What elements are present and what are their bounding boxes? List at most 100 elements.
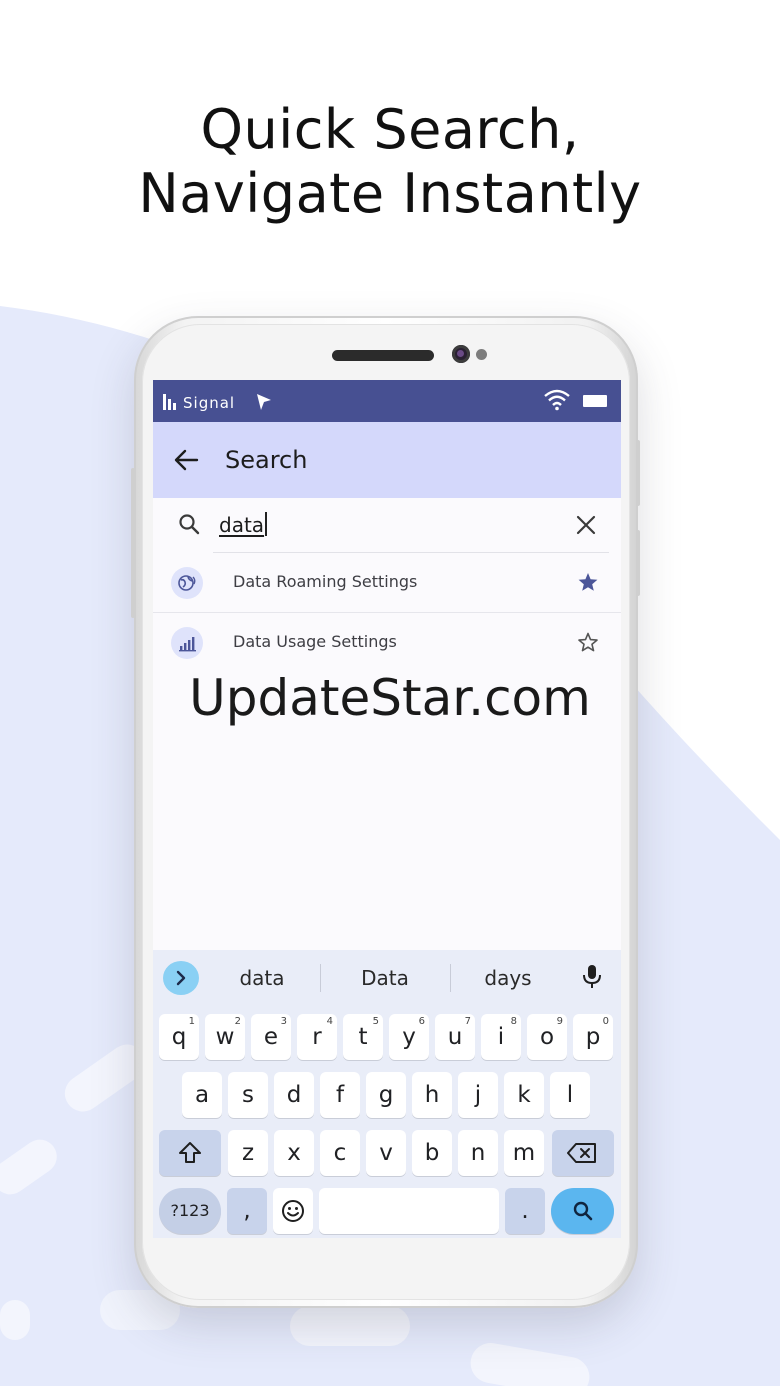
signal-bars-icon <box>163 394 176 410</box>
key-label: o <box>539 1024 555 1050</box>
key-label: v <box>379 1140 393 1166</box>
suggestion-divider <box>450 964 451 992</box>
key-label: w <box>215 1024 235 1050</box>
search-key[interactable] <box>551 1188 614 1234</box>
list-item-label: Data Roaming Settings <box>233 572 418 591</box>
key-d[interactable]: d <box>274 1072 314 1118</box>
key-label: x <box>287 1140 301 1166</box>
emoji-key[interactable] <box>273 1188 313 1234</box>
period-key[interactable]: . <box>505 1188 545 1234</box>
key-q[interactable]: q1 <box>159 1014 199 1060</box>
key-number-hint: 4 <box>326 1016 333 1027</box>
battery-icon <box>583 395 607 407</box>
key-w[interactable]: w2 <box>205 1014 245 1060</box>
suggestion-bar: data Data days <box>153 950 621 1006</box>
key-label: q <box>171 1024 187 1050</box>
key-u[interactable]: u7 <box>435 1014 475 1060</box>
star-filled-icon[interactable] <box>577 571 599 593</box>
watermark: UpdateStar.com <box>189 669 591 727</box>
chevron-right-icon <box>176 970 186 986</box>
search-icon <box>573 1201 593 1221</box>
key-label: i <box>497 1024 505 1050</box>
cursor-arrow-icon <box>257 394 271 410</box>
key-s[interactable]: s <box>228 1072 268 1118</box>
key-e[interactable]: e3 <box>251 1014 291 1060</box>
signal-label: Signal <box>183 394 236 412</box>
key-t[interactable]: t5 <box>343 1014 383 1060</box>
key-label: b <box>424 1140 440 1166</box>
key-label: r <box>312 1024 322 1050</box>
key-i[interactable]: i8 <box>481 1014 521 1060</box>
comma-key[interactable]: , <box>227 1188 267 1234</box>
on-screen-keyboard: data Data days ?123 , . q 1 w 2 e 3 r 4 … <box>153 950 621 1238</box>
headline: Quick Search, Navigate Instantly <box>0 98 780 226</box>
key-number-hint: 1 <box>188 1016 195 1027</box>
key-label: k <box>517 1082 531 1108</box>
key-l[interactable]: l <box>550 1072 590 1118</box>
suggestion-2[interactable]: Data <box>335 966 435 990</box>
phone-sensor <box>476 349 487 360</box>
key-label: n <box>470 1140 486 1166</box>
suggestion-3[interactable]: days <box>458 966 558 990</box>
headline-line-1: Quick Search, <box>200 98 580 161</box>
keyboard-expand-button[interactable] <box>163 961 199 995</box>
shift-key[interactable] <box>159 1130 221 1176</box>
key-label: s <box>242 1082 254 1108</box>
key-r[interactable]: r4 <box>297 1014 337 1060</box>
key-label: d <box>286 1082 302 1108</box>
shift-arrow-icon <box>179 1142 201 1163</box>
symbols-key[interactable]: ?123 <box>159 1188 221 1234</box>
key-g[interactable]: g <box>366 1072 406 1118</box>
suggestion-1[interactable]: data <box>212 966 312 990</box>
phone-side-button-right-top <box>636 440 640 506</box>
key-n[interactable]: n <box>458 1130 498 1176</box>
key-label: p <box>585 1024 601 1050</box>
list-item-data-usage[interactable]: Data Usage Settings <box>153 613 621 673</box>
key-p[interactable]: p0 <box>573 1014 613 1060</box>
page-title: Search <box>225 446 308 474</box>
key-c[interactable]: c <box>320 1130 360 1176</box>
key-z[interactable]: z <box>228 1130 268 1176</box>
search-bar: data <box>153 498 621 554</box>
key-number-hint: 9 <box>556 1016 563 1027</box>
close-icon[interactable] <box>575 514 597 536</box>
key-number-hint: 6 <box>418 1016 425 1027</box>
globe-roaming-icon <box>171 567 203 599</box>
text-caret <box>265 512 268 536</box>
star-outline-icon[interactable] <box>577 631 599 653</box>
key-m[interactable]: m <box>504 1130 544 1176</box>
key-number-hint: 7 <box>464 1016 471 1027</box>
list-item-label: Data Usage Settings <box>233 632 397 651</box>
key-h[interactable]: h <box>412 1072 452 1118</box>
key-o[interactable]: o9 <box>527 1014 567 1060</box>
key-label: g <box>378 1082 394 1108</box>
key-k[interactable]: k <box>504 1072 544 1118</box>
key-j[interactable]: j <box>458 1072 498 1118</box>
signal-chart-icon <box>171 627 203 659</box>
key-b[interactable]: b <box>412 1130 452 1176</box>
phone-screen: Signal Search data Data Roaming Settings… <box>153 380 621 1238</box>
key-number-hint: 5 <box>372 1016 379 1027</box>
phone-side-button-right-bottom <box>636 530 640 596</box>
key-label: a <box>194 1082 210 1108</box>
status-bar: Signal <box>153 380 621 422</box>
backspace-key[interactable] <box>552 1130 614 1176</box>
key-number-hint: 0 <box>602 1016 609 1027</box>
phone-speaker <box>332 350 434 361</box>
key-label: e <box>263 1024 279 1050</box>
key-x[interactable]: x <box>274 1130 314 1176</box>
wifi-icon <box>544 389 570 411</box>
app-bar: Search <box>153 422 621 498</box>
phone-side-button-left <box>131 468 135 618</box>
key-v[interactable]: v <box>366 1130 406 1176</box>
key-f[interactable]: f <box>320 1072 360 1118</box>
search-input[interactable]: data <box>219 510 469 540</box>
key-y[interactable]: y6 <box>389 1014 429 1060</box>
key-number-hint: 8 <box>510 1016 517 1027</box>
key-a[interactable]: a <box>182 1072 222 1118</box>
space-key[interactable] <box>319 1188 499 1234</box>
key-label: u <box>447 1024 463 1050</box>
list-item-data-roaming[interactable]: Data Roaming Settings <box>153 553 621 613</box>
microphone-icon[interactable] <box>581 964 603 990</box>
back-arrow-icon[interactable] <box>173 448 199 472</box>
